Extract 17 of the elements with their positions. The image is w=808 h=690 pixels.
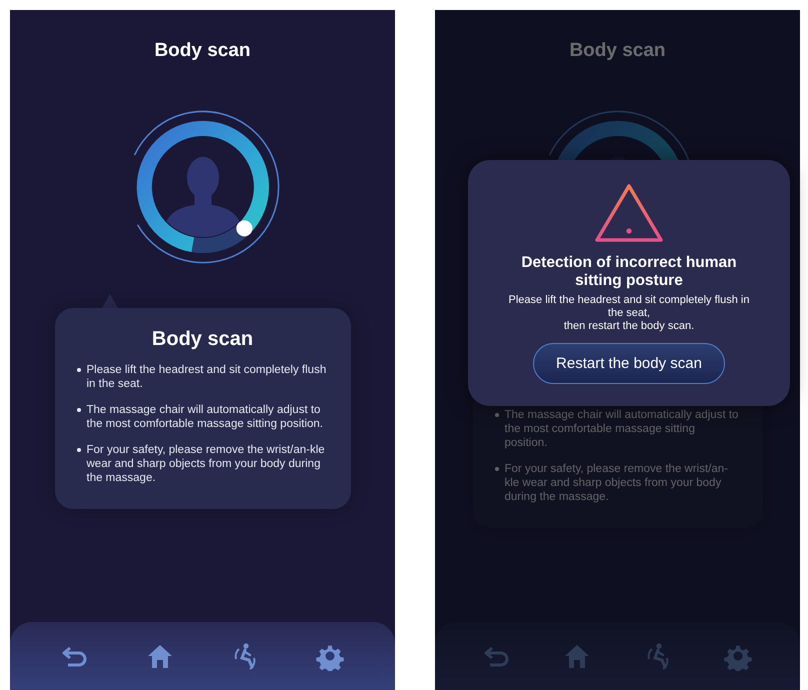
bullet-text: For your safety, please remove the wrist/an-kle wear and sharp objects from your body during the massage.	[504, 462, 729, 504]
bullet-text: Please lift the headrest and sit completely flush in the seat.	[86, 363, 328, 391]
bullet-text: For your safety, please remove the wrist/an-kle wear and sharp objects from your body during the massage.	[86, 443, 326, 485]
bullet-icon	[494, 467, 498, 471]
dialog-message: Please lift the headrest and sit completely flush in the seat, then restart the body scan.	[508, 294, 750, 333]
bullet-icon	[76, 408, 80, 412]
bullet-icon	[76, 448, 80, 452]
warning-icon	[593, 182, 665, 244]
restart-button[interactable]: Restart the body scan	[533, 343, 725, 384]
bullet-text: The massage chair will automatically adjust to the most comfortable massage sitting position.	[86, 403, 324, 431]
bullet-icon	[76, 368, 80, 372]
bullet-icon	[494, 413, 498, 417]
dialog-title: Detection of incorrect human sitting posture	[520, 254, 738, 290]
screen-title: Body scan	[569, 40, 666, 62]
bullet-text: The massage chair will automatically adjust to the most comfortable massage sitting position.	[504, 408, 740, 450]
card-title: Body scan	[150, 328, 254, 351]
screen-title: Body scan	[154, 40, 251, 62]
